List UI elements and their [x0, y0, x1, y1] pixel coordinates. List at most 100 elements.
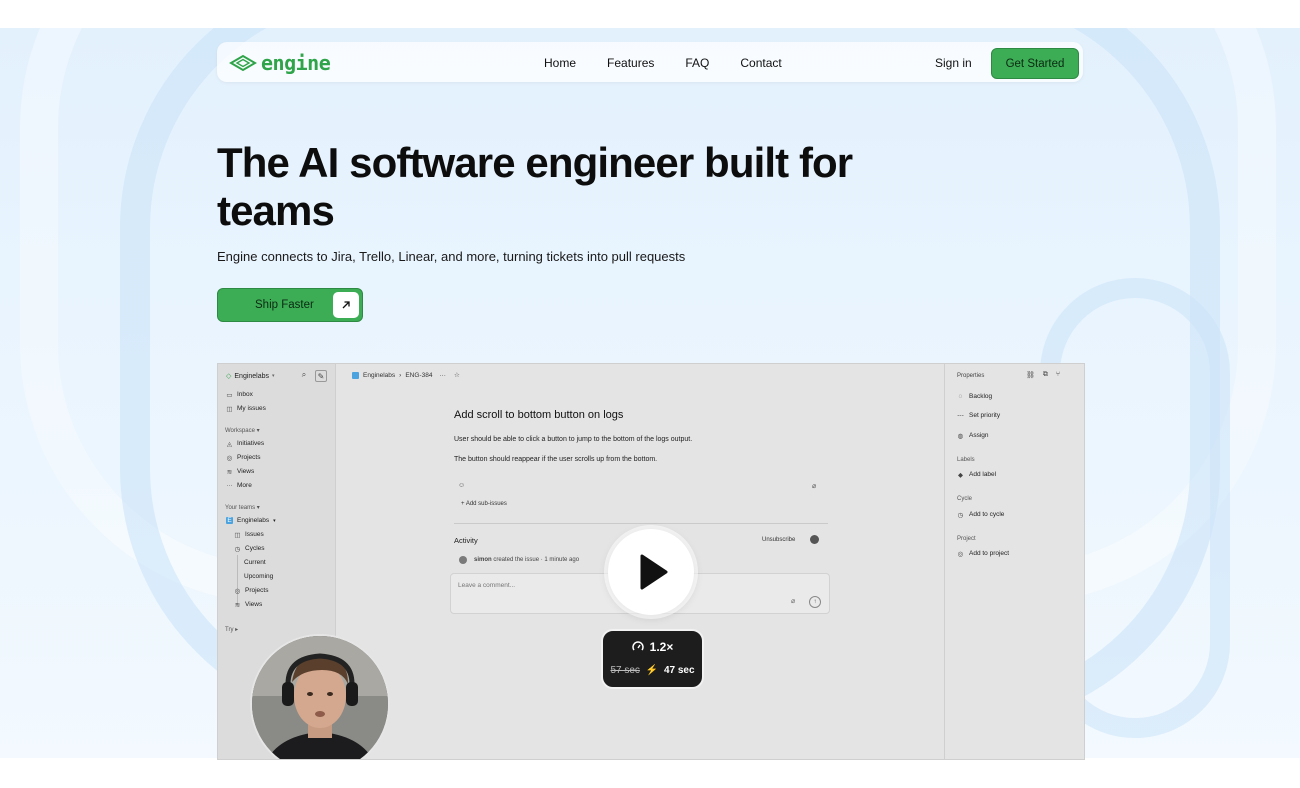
activity-text: created the issue · 1 minute ago: [493, 557, 580, 563]
workspace-switcher[interactable]: ◇ Enginelabs ▾: [226, 372, 275, 381]
cycles-icon: ◷: [234, 545, 241, 553]
sidebar-item-label: Projects: [237, 454, 261, 461]
comment-placeholder: Leave a comment...: [458, 582, 516, 589]
status-selector[interactable]: ◌ Backlog: [957, 393, 993, 400]
breadcrumb-team[interactable]: Enginelabs: [363, 372, 395, 379]
views-icon: ≋: [226, 468, 233, 476]
section-divider: [454, 523, 828, 524]
issue-description-line[interactable]: The button should reappear if the user s…: [454, 456, 657, 463]
ship-faster-button[interactable]: Ship Faster: [217, 288, 363, 322]
priority-selector[interactable]: --- Set priority: [957, 412, 1000, 419]
top-navbar: engine Home Features FAQ Contact Sign in…: [217, 42, 1083, 82]
add-label-button[interactable]: ◆ Add label: [957, 471, 997, 479]
labels-heading: Labels: [957, 457, 975, 463]
properties-panel: Properties ⛓ ⧉ ⑂ ◌ Backlog --- Set priorit…: [944, 364, 1084, 759]
get-started-button[interactable]: Get Started: [991, 48, 1079, 79]
attachment-icon[interactable]: ⌀: [812, 482, 816, 490]
product-demo-video[interactable]: ◇ Enginelabs ▾ ⌕ ✎ ▭ Inbox ◫ My issues Wor…: [217, 363, 1085, 760]
attachment-icon[interactable]: ⌀: [791, 597, 795, 605]
issues-icon: ◫: [226, 405, 233, 413]
play-button[interactable]: [608, 529, 694, 615]
issues-icon: ◫: [234, 531, 241, 539]
hero-subtitle: Engine connects to Jira, Trello, Linear,…: [217, 249, 686, 264]
nav-link-faq[interactable]: FAQ: [685, 56, 709, 70]
sidebar-item-projects[interactable]: ◎ Projects: [226, 454, 261, 462]
unsubscribe-button[interactable]: Unsubscribe: [762, 537, 795, 543]
more-icon[interactable]: ···: [439, 372, 446, 379]
sidebar-item-my-issues[interactable]: ◫ My issues: [226, 405, 265, 413]
sidebar-item-label: Inbox: [237, 391, 253, 398]
star-icon[interactable]: ☆: [454, 371, 460, 379]
presenter-avatar-illustration: [252, 636, 388, 759]
subscriber-avatar: [810, 535, 819, 544]
priority-label: Set priority: [969, 412, 1001, 419]
brand-logo[interactable]: engine: [229, 51, 331, 75]
sidebar-item-inbox[interactable]: ▭ Inbox: [226, 391, 253, 399]
sidebar-item-more[interactable]: ··· More: [226, 482, 252, 489]
nav-link-home[interactable]: Home: [544, 56, 576, 70]
copy-icon[interactable]: ⧉: [1043, 371, 1048, 379]
breadcrumb-issue-id[interactable]: ENG-384: [405, 372, 432, 379]
your-teams-header[interactable]: Your teams ▾: [225, 504, 260, 511]
sidebar-item-current[interactable]: Current: [244, 559, 266, 566]
assign-selector[interactable]: ◍ Assign: [957, 432, 989, 440]
nav-link-features[interactable]: Features: [607, 56, 654, 70]
chevron-down-icon: ▾: [273, 517, 276, 524]
add-to-project-text: Add to project: [969, 550, 1010, 557]
user-avatar: [459, 556, 467, 564]
inbox-icon: ▭: [226, 391, 233, 399]
workspace-section-header[interactable]: Workspace ▾: [225, 427, 260, 434]
section-label: Your teams: [225, 505, 256, 511]
more-icon: ···: [226, 482, 233, 489]
compose-icon[interactable]: ✎: [315, 370, 327, 382]
emoji-reaction-icon[interactable]: ☺: [458, 482, 465, 489]
issue-description-line[interactable]: User should be able to click a button to…: [454, 436, 692, 443]
sidebar-team-enginelabs[interactable]: E Enginelabs ▾: [226, 517, 276, 524]
play-icon: [640, 554, 668, 590]
backlog-status-icon: ◌: [958, 393, 963, 400]
sidebar-item-views[interactable]: ≋ Views: [226, 468, 255, 476]
issue-title[interactable]: Add scroll to bottom button on logs: [454, 409, 623, 421]
link-icon[interactable]: ⛓: [1026, 371, 1035, 379]
activity-user: simon: [474, 557, 492, 563]
sidebar-actions: ⌕ ✎: [299, 370, 327, 382]
ship-faster-label: Ship Faster: [255, 299, 314, 311]
priority-icon: ---: [957, 412, 964, 419]
sidebar-item-cycles[interactable]: ◷ Cycles: [234, 545, 265, 553]
try-section-header[interactable]: Try ▸: [225, 626, 238, 633]
add-label-text: Add label: [969, 471, 997, 478]
tree-guide-line: [237, 555, 238, 605]
add-sub-issues-button[interactable]: + Add sub-issues: [461, 501, 507, 507]
activity-heading: Activity: [454, 536, 478, 545]
workspace-logo-icon: ◇: [226, 373, 232, 380]
team-icon: E: [226, 517, 233, 524]
send-icon[interactable]: ↑: [809, 596, 821, 608]
project-icon: ◎: [957, 550, 964, 558]
nav-links: Home Features FAQ Contact: [544, 56, 813, 70]
team-icon: [352, 371, 359, 379]
sidebar-item-label: Projects: [245, 587, 269, 594]
logo-text: engine: [261, 51, 331, 75]
sidebar-item-issues[interactable]: ◫ Issues: [234, 531, 263, 539]
initiatives-icon: ◬: [227, 440, 232, 448]
chevron-right-icon: ›: [399, 371, 402, 379]
add-to-cycle-button[interactable]: ◷ Add to cycle: [957, 511, 1005, 519]
chevron-down-icon: ▾: [272, 373, 275, 379]
section-label: Try: [225, 627, 234, 633]
sidebar-item-team-views[interactable]: ≋ Views: [234, 601, 262, 609]
sidebar-item-label: Enginelabs: [237, 517, 270, 524]
engine-logo-icon: [229, 54, 257, 72]
speedometer-icon: [631, 641, 644, 651]
views-icon: ≋: [234, 601, 241, 609]
add-to-project-button[interactable]: ◎ Add to project: [957, 550, 1010, 558]
properties-heading: Properties: [957, 373, 985, 379]
branch-icon[interactable]: ⑂: [1056, 371, 1060, 379]
sidebar-item-upcoming[interactable]: Upcoming: [244, 573, 273, 580]
sidebar-item-label: Views: [237, 468, 255, 475]
search-icon[interactable]: ⌕: [299, 370, 309, 380]
nav-link-contact[interactable]: Contact: [740, 56, 781, 70]
sidebar-item-team-projects[interactable]: ◎ Projects: [234, 587, 269, 595]
sign-in-link[interactable]: Sign in: [935, 56, 972, 70]
breadcrumb: Enginelabs › ENG-384 ··· ☆: [352, 371, 460, 379]
sidebar-item-initiatives[interactable]: ◬ Initiatives: [226, 440, 264, 448]
